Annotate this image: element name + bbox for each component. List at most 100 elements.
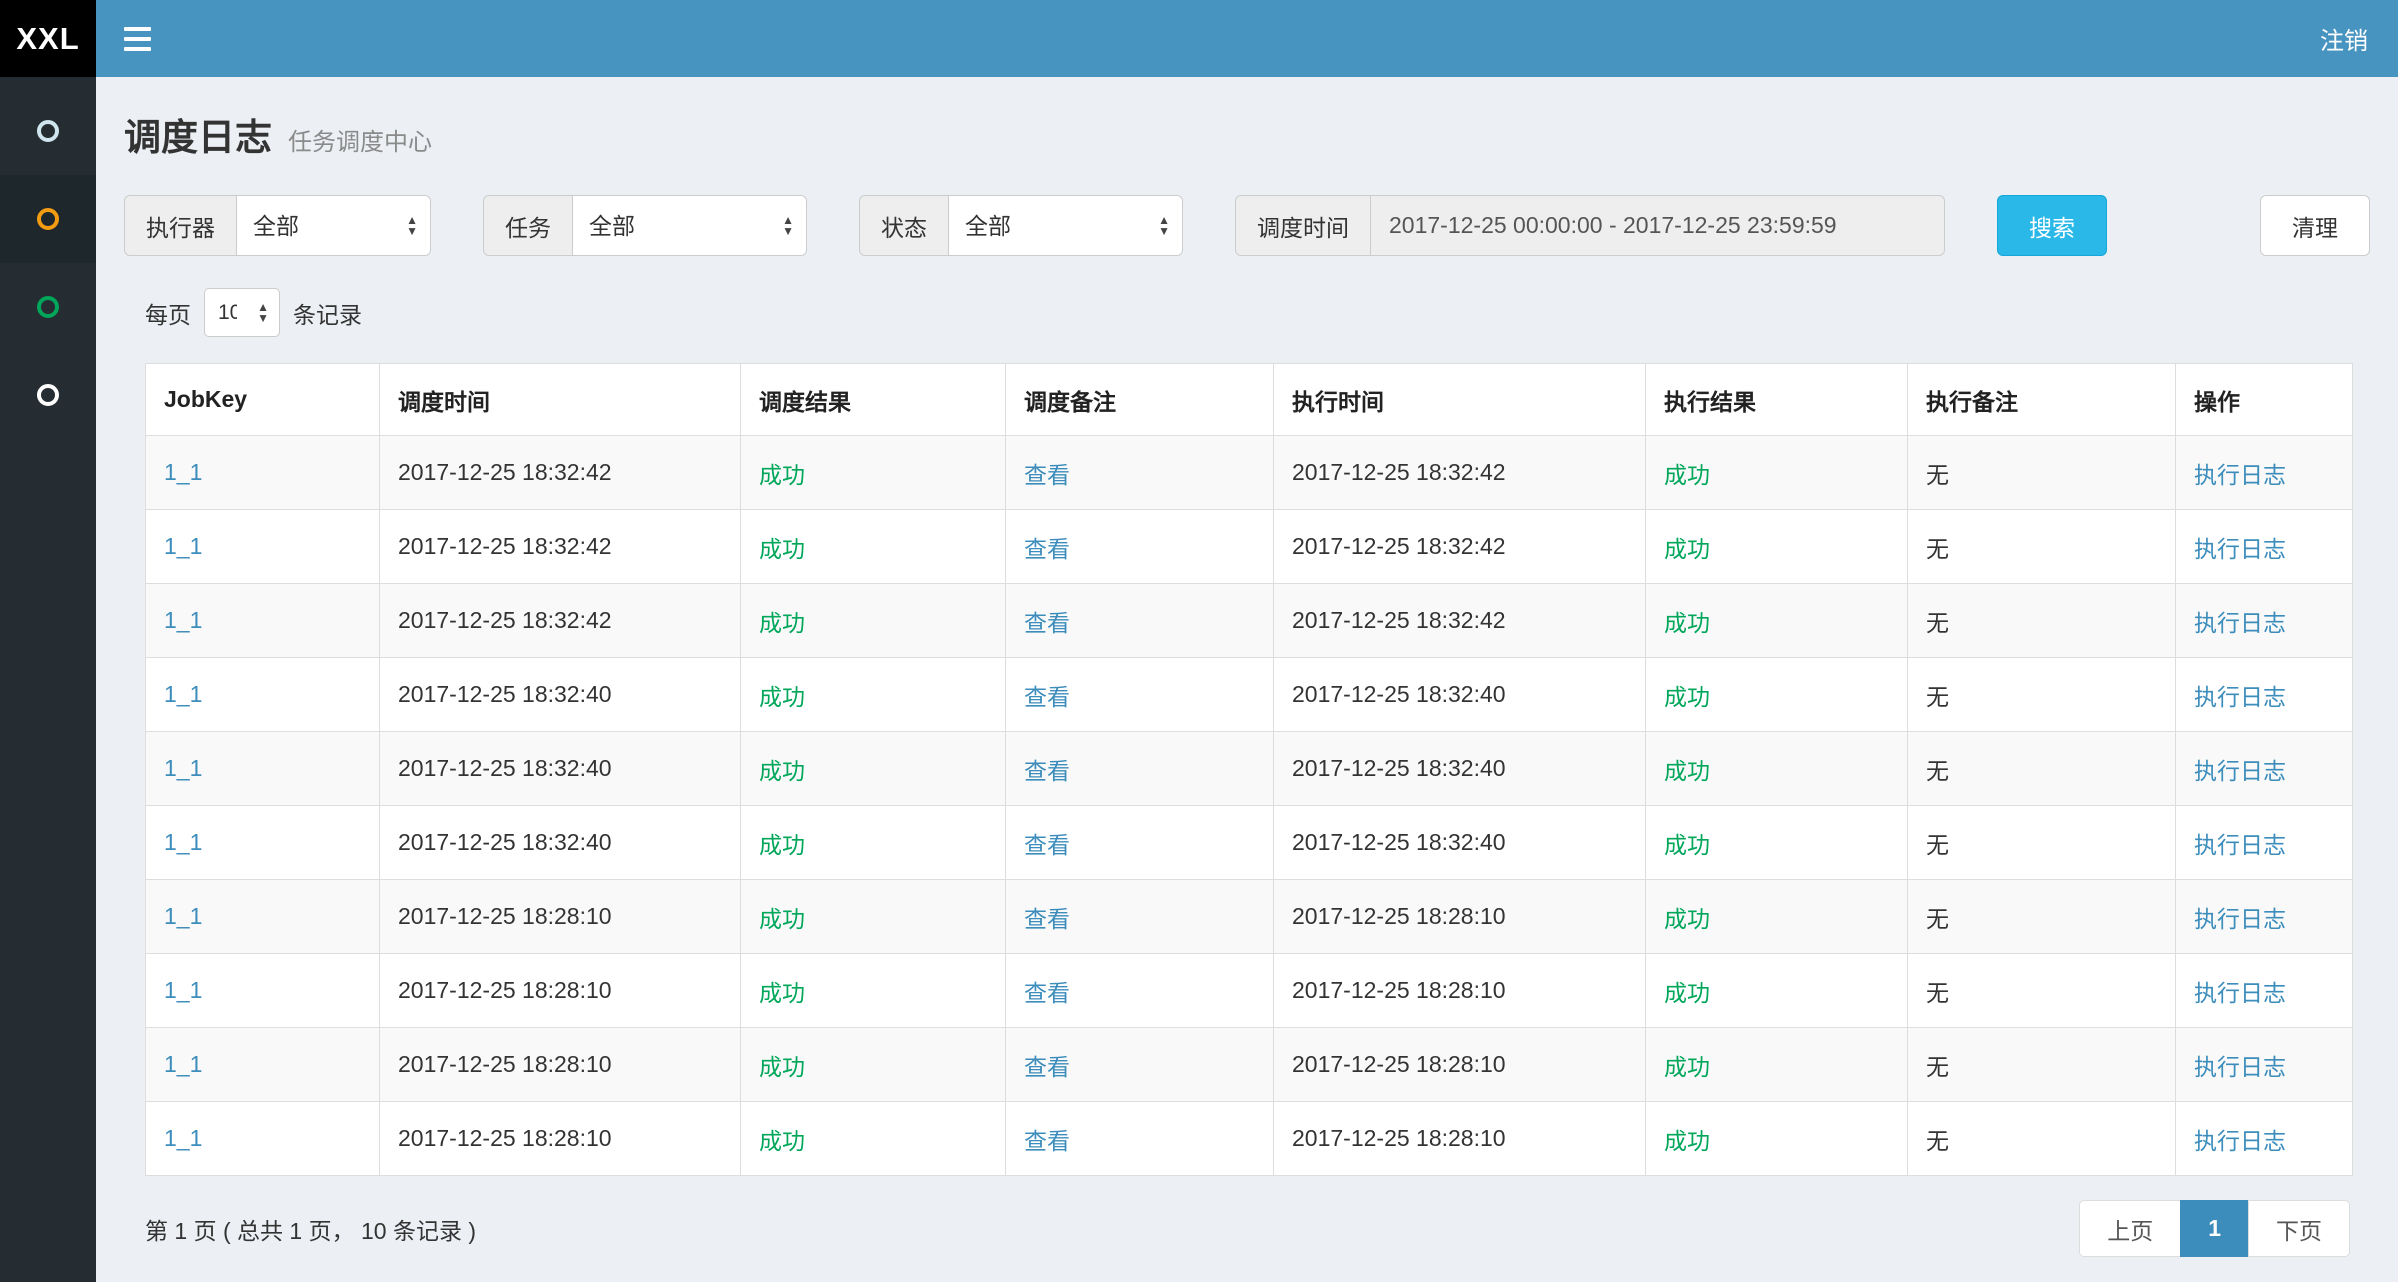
view-link[interactable]: 查看 xyxy=(1024,832,1070,858)
sidebar-menu-item[interactable] xyxy=(0,175,96,263)
cell-handle_time: 2017-12-25 18:32:40 xyxy=(1274,806,1646,880)
cell-handle_time: 2017-12-25 18:32:42 xyxy=(1274,510,1646,584)
next-page-button[interactable]: 下页 xyxy=(2248,1200,2350,1257)
page-title: 调度日志 任务调度中心 xyxy=(124,107,2370,161)
sidebar xyxy=(0,77,96,1282)
view-link[interactable]: 查看 xyxy=(1024,758,1070,784)
page-1-button[interactable]: 1 xyxy=(2180,1200,2249,1257)
jobkey-link[interactable]: 1_1 xyxy=(164,607,202,633)
circle-icon xyxy=(37,208,59,230)
cell-trigger_time: 2017-12-25 18:32:42 xyxy=(380,510,741,584)
logout-link[interactable]: 注销 xyxy=(2290,0,2398,77)
cell-trigger_result: 成功 xyxy=(741,584,1006,658)
cell-trigger_msg: 查看 xyxy=(1006,436,1274,510)
exec-log-link[interactable]: 执行日志 xyxy=(2194,1054,2286,1080)
view-link[interactable]: 查看 xyxy=(1024,610,1070,636)
search-button[interactable]: 搜索 xyxy=(1997,195,2107,256)
sidebar-menu-item[interactable] xyxy=(0,263,96,351)
pagination-info: 第 1 页 ( 总共 1 页， 10 条记录 ) xyxy=(145,1212,476,1246)
jobkey-link[interactable]: 1_1 xyxy=(164,977,202,1003)
view-link[interactable]: 查看 xyxy=(1024,980,1070,1006)
cell-action: 执行日志 xyxy=(2176,880,2353,954)
exec-log-link[interactable]: 执行日志 xyxy=(2194,906,2286,932)
log-table-body: 1_12017-12-25 18:32:42成功查看2017-12-25 18:… xyxy=(146,436,2353,1176)
cell-trigger_result: 成功 xyxy=(741,954,1006,1028)
cell-handle_result: 成功 xyxy=(1646,732,1908,806)
jobkey-link[interactable]: 1_1 xyxy=(164,459,202,485)
exec-log-link[interactable]: 执行日志 xyxy=(2194,980,2286,1006)
trigger-result: 成功 xyxy=(759,758,805,784)
exec-log-link[interactable]: 执行日志 xyxy=(2194,536,2286,562)
cell-action: 执行日志 xyxy=(2176,1028,2353,1102)
trigger-result: 成功 xyxy=(759,906,805,932)
jobkey-link[interactable]: 1_1 xyxy=(164,681,202,707)
handle-result: 成功 xyxy=(1664,1054,1710,1080)
cell-handle_msg: 无 xyxy=(1908,658,2176,732)
sidebar-toggle-button[interactable] xyxy=(96,0,179,77)
executor-select[interactable]: 全部 xyxy=(236,195,431,256)
view-link[interactable]: 查看 xyxy=(1024,906,1070,932)
view-link[interactable]: 查看 xyxy=(1024,1128,1070,1154)
time-range-input[interactable] xyxy=(1370,195,1945,256)
handle-result: 成功 xyxy=(1664,832,1710,858)
cell-action: 执行日志 xyxy=(2176,806,2353,880)
jobkey-link[interactable]: 1_1 xyxy=(164,829,202,855)
cell-handle_msg: 无 xyxy=(1908,584,2176,658)
job-select[interactable]: 全部 xyxy=(572,195,807,256)
cell-handle_result: 成功 xyxy=(1646,436,1908,510)
brand-logo[interactable]: XXL xyxy=(0,0,96,77)
cell-jobkey: 1_1 xyxy=(146,954,380,1028)
exec-log-link[interactable]: 执行日志 xyxy=(2194,1128,2286,1154)
view-link[interactable]: 查看 xyxy=(1024,536,1070,562)
exec-log-link[interactable]: 执行日志 xyxy=(2194,610,2286,636)
cell-handle_msg: 无 xyxy=(1908,954,2176,1028)
sidebar-menu-item[interactable] xyxy=(0,351,96,439)
exec-log-link[interactable]: 执行日志 xyxy=(2194,832,2286,858)
handle-result: 成功 xyxy=(1664,610,1710,636)
cell-trigger_time: 2017-12-25 18:32:42 xyxy=(380,584,741,658)
cell-jobkey: 1_1 xyxy=(146,880,380,954)
header-handle-time: 执行时间 xyxy=(1274,364,1646,436)
cell-handle_time: 2017-12-25 18:32:42 xyxy=(1274,584,1646,658)
jobkey-link[interactable]: 1_1 xyxy=(164,755,202,781)
exec-log-link[interactable]: 执行日志 xyxy=(2194,684,2286,710)
jobkey-link[interactable]: 1_1 xyxy=(164,533,202,559)
header-action: 操作 xyxy=(2176,364,2353,436)
table-row: 1_1 2017-12-25 18:32:42 成功 查看 2017-12-25 18:… xyxy=(146,510,2353,584)
cell-action: 执行日志 xyxy=(2176,732,2353,806)
circle-icon xyxy=(37,296,59,318)
jobkey-link[interactable]: 1_1 xyxy=(164,903,202,929)
cell-trigger_result: 成功 xyxy=(741,658,1006,732)
cell-handle_time: 2017-12-25 18:28:10 xyxy=(1274,880,1646,954)
executor-filter-label: 执行器 xyxy=(124,195,236,256)
table-row: 1_12017-12-25 18:32:40成功查看2017-12-25 18:… xyxy=(146,658,2353,732)
trigger-result: 成功 xyxy=(759,536,805,562)
status-select[interactable]: 全部 xyxy=(948,195,1183,256)
cell-trigger_msg: 查看 xyxy=(1006,880,1274,954)
exec-log-link[interactable]: 执行日志 xyxy=(2194,462,2286,488)
cell-jobkey: 1_1 xyxy=(146,510,380,584)
view-link[interactable]: 查看 xyxy=(1024,462,1070,488)
exec-log-link[interactable]: 执行日志 xyxy=(2194,758,2286,784)
prev-page-button[interactable]: 上页 xyxy=(2079,1200,2181,1257)
page-size-row: 每页 10 ▲▼ 条记录 xyxy=(96,256,2398,337)
table-row: 1_12017-12-25 18:32:40成功查看2017-12-25 18:… xyxy=(146,806,2353,880)
page-size-select[interactable]: 10 xyxy=(204,288,280,337)
cell-handle_msg: 无 xyxy=(1908,1102,2176,1176)
trigger-result: 成功 xyxy=(759,1054,805,1080)
view-link[interactable]: 查看 xyxy=(1024,1054,1070,1080)
header-handle-msg: 执行备注 xyxy=(1908,364,2176,436)
jobkey-link[interactable]: 1_1 xyxy=(164,1051,202,1077)
content-header: 调度日志 任务调度中心 xyxy=(96,77,2398,169)
view-link[interactable]: 查看 xyxy=(1024,684,1070,710)
header-jobkey: JobKey xyxy=(146,364,380,436)
cell-handle_result: 成功 xyxy=(1646,880,1908,954)
sidebar-menu-item[interactable] xyxy=(0,87,96,175)
cell-jobkey: 1_1 xyxy=(146,436,380,510)
cell-handle_msg: 无 xyxy=(1908,1028,2176,1102)
cell-handle_result: 成功 xyxy=(1646,954,1908,1028)
clear-button[interactable]: 清理 xyxy=(2260,195,2370,256)
cell-trigger_result: 成功 xyxy=(741,1102,1006,1176)
jobkey-link[interactable]: 1_1 xyxy=(164,1125,202,1151)
handle-result: 成功 xyxy=(1664,980,1710,1006)
